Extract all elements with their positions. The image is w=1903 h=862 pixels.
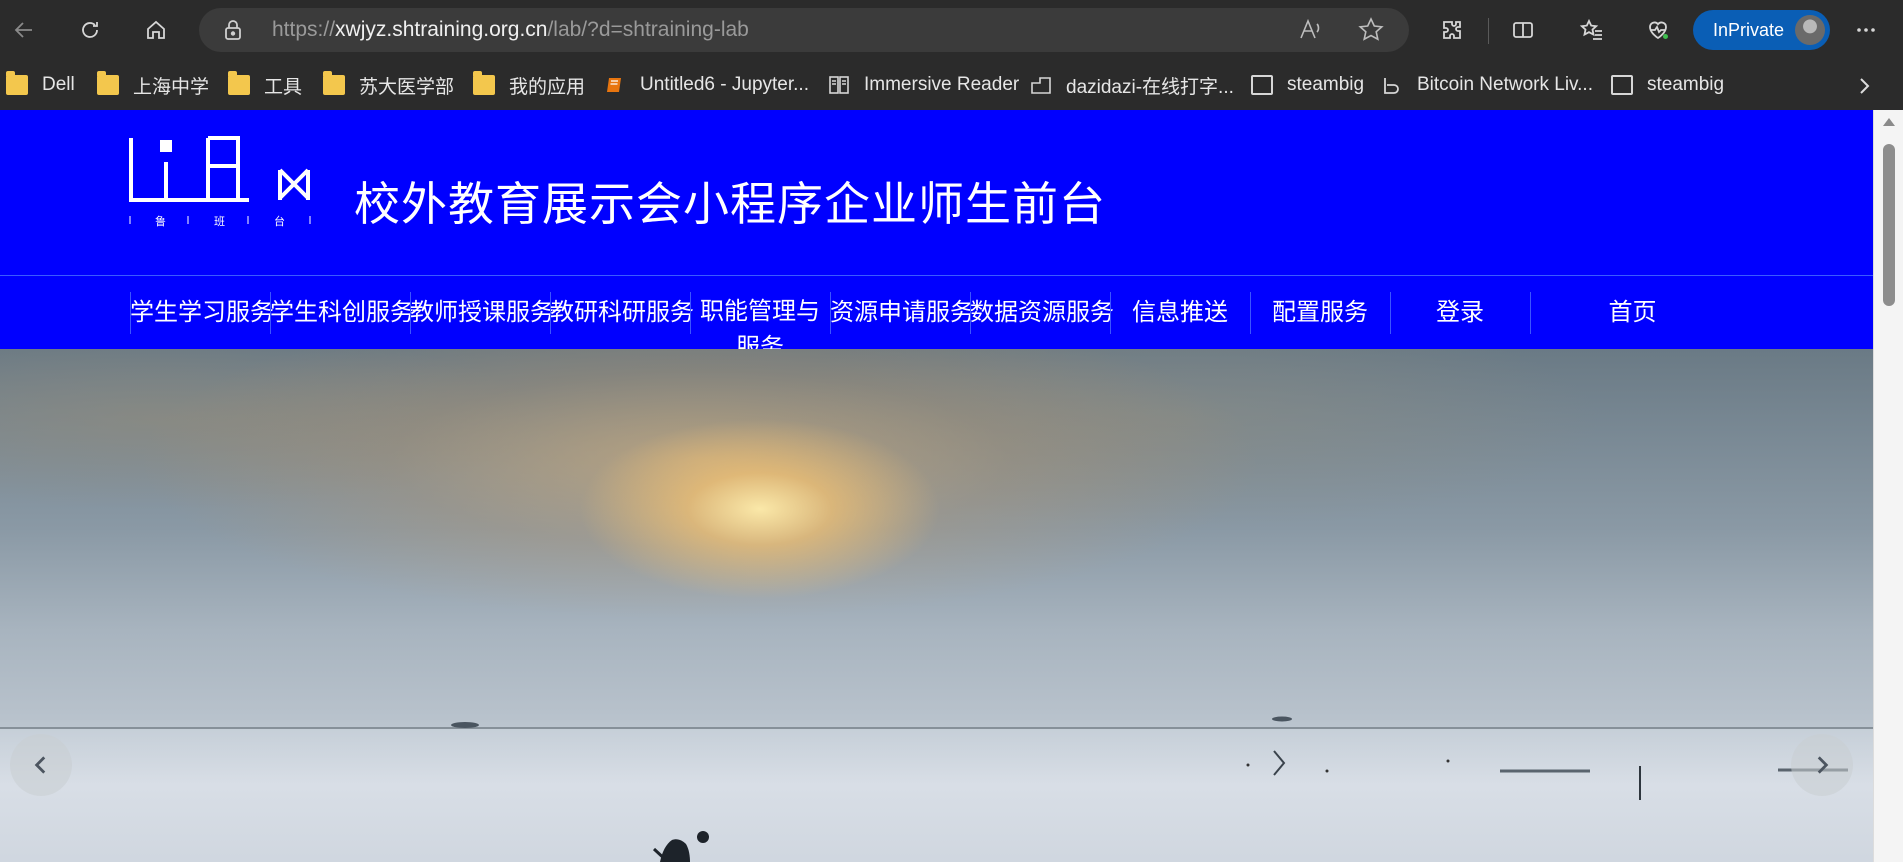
- bookmark-my-apps[interactable]: 我的应用: [473, 71, 585, 98]
- bookmark-steambig-1[interactable]: steambig: [1248, 72, 1364, 98]
- reader-icon: [829, 76, 849, 94]
- bookmark-immersive-reader[interactable]: Immersive Reader: [828, 72, 1019, 98]
- nav-management[interactable]: 职能管理与服务: [690, 276, 830, 361]
- scrollbar-thumb[interactable]: [1883, 144, 1895, 306]
- nav-student-innovation[interactable]: 学生科创服务: [270, 276, 414, 349]
- svg-text:班: 班: [214, 215, 225, 228]
- bookmark-steambig-2[interactable]: steambig: [1608, 72, 1724, 98]
- bookmarks-bar: Dell 上海中学 工具 苏大医学部 我的应用 Untitled6 - Jupy…: [0, 60, 1903, 110]
- typing-icon: [1031, 77, 1051, 94]
- site-title: 校外教育展示会小程序企业师生前台: [354, 178, 1106, 230]
- bookmark-dazidazi[interactable]: dazidazi-在线打字...: [1030, 72, 1234, 98]
- bitcoin-icon: [1384, 78, 1399, 94]
- back-icon[interactable]: [6, 12, 42, 48]
- extensions-icon[interactable]: [1434, 12, 1470, 48]
- chevron-right-icon[interactable]: [1852, 74, 1876, 98]
- nav-login[interactable]: 登录: [1390, 276, 1530, 349]
- url-text[interactable]: https://xwjyz.shtraining.org.cn/lab/?d=s…: [272, 18, 749, 42]
- page-icon: [1251, 75, 1273, 95]
- split-screen-icon[interactable]: [1505, 12, 1541, 48]
- scroll-up-arrow-icon[interactable]: [1883, 118, 1895, 126]
- nav-config[interactable]: 配置服务: [1250, 276, 1390, 349]
- home-icon[interactable]: [138, 12, 174, 48]
- nav-info-push[interactable]: 信息推送: [1110, 276, 1250, 349]
- address-bar[interactable]: https://xwjyz.shtraining.org.cn/lab/?d=s…: [199, 8, 1409, 52]
- carousel-prev-button[interactable]: [10, 734, 72, 796]
- folder-icon: [228, 71, 250, 95]
- page-scrollbar[interactable]: [1873, 110, 1903, 862]
- inprivate-profile-button[interactable]: InPrivate: [1693, 10, 1830, 50]
- carousel-next-button[interactable]: [1791, 734, 1853, 796]
- svg-text:鲁: 鲁: [155, 214, 166, 228]
- site-logo: 鲁 班 台: [129, 136, 311, 228]
- browser-toolbar: https://xwjyz.shtraining.org.cn/lab/?d=s…: [0, 0, 1903, 60]
- folder-icon: [6, 71, 28, 95]
- browser-essentials-icon[interactable]: [1640, 12, 1676, 48]
- nav-data-resources[interactable]: 数据资源服务: [970, 276, 1114, 349]
- folder-icon: [323, 71, 345, 95]
- nav-resource-application[interactable]: 资源申请服务: [830, 276, 974, 349]
- favorites-list-icon[interactable]: [1574, 12, 1610, 48]
- chevron-left-icon: [34, 756, 46, 774]
- more-options-icon[interactable]: [1848, 12, 1884, 48]
- jupyter-icon: [607, 78, 621, 92]
- read-aloud-icon[interactable]: [1297, 16, 1325, 44]
- bookmark-tools[interactable]: 工具: [228, 71, 302, 98]
- nav-research[interactable]: 教研科研服务: [550, 276, 694, 349]
- nav-home[interactable]: 首页: [1530, 276, 1735, 349]
- nav-student-learning[interactable]: 学生学习服务: [130, 276, 274, 349]
- toolbar-separator: [1488, 18, 1489, 44]
- hero-carousel: [0, 349, 1873, 862]
- favorite-star-icon[interactable]: [1357, 16, 1385, 44]
- folder-icon: [473, 71, 495, 95]
- lock-icon[interactable]: [221, 18, 245, 42]
- page-icon: [1611, 75, 1633, 95]
- svg-text:台: 台: [274, 214, 285, 228]
- chevron-right-icon: [1817, 756, 1829, 774]
- avatar: [1795, 15, 1825, 45]
- nav-teacher-teaching[interactable]: 教师授课服务: [410, 276, 554, 349]
- webpage: 鲁 班 台 校外教育展示会小程序企业师生前台 学生学习服务 学生科创服务 教师授…: [0, 110, 1873, 862]
- site-header: 鲁 班 台 校外教育展示会小程序企业师生前台: [0, 110, 1873, 276]
- main-nav: 学生学习服务 学生科创服务 教师授课服务 教研科研服务 职能管理与服务 资源申请…: [0, 276, 1873, 361]
- refresh-icon[interactable]: [72, 12, 108, 48]
- folder-icon: [97, 71, 119, 95]
- hero-scene-silhouettes: [451, 716, 1848, 862]
- bookmark-dell[interactable]: Dell: [6, 71, 75, 98]
- bookmark-shanghai-high-school[interactable]: 上海中学: [97, 71, 209, 98]
- bookmark-suda-medical[interactable]: 苏大医学部: [323, 71, 454, 98]
- bookmark-bitcoin-network[interactable]: Bitcoin Network Liv...: [1381, 72, 1593, 98]
- bookmark-jupyter[interactable]: Untitled6 - Jupyter...: [604, 72, 809, 98]
